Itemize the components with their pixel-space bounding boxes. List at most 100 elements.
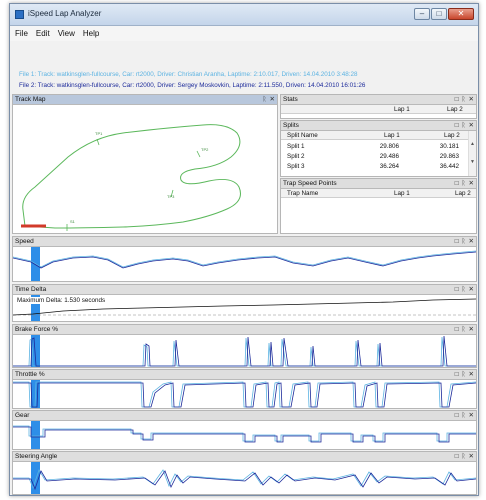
pin-icon[interactable]: □: [455, 237, 459, 247]
close-button[interactable]: ✕: [448, 8, 474, 20]
pin-icon[interactable]: □: [455, 179, 459, 189]
throttle-panel: Throttle % □ ᚱ ✕: [12, 369, 477, 409]
trap-col-name: Trap Name: [287, 190, 319, 197]
menu-file[interactable]: File: [15, 29, 28, 38]
throttle-lap2-line: [13, 382, 476, 408]
splits-header[interactable]: Splits □ ᚱ ✕: [281, 121, 476, 131]
close-panel-icon[interactable]: ✕: [469, 325, 474, 335]
trap-speed-header[interactable]: Trap Speed Points □ ᚱ ✕: [281, 179, 476, 189]
splits-title: Splits: [283, 122, 299, 129]
time-delta-panel: Time Delta □ ᚱ ✕ Maximum Delta: 1.530 se…: [12, 284, 477, 322]
throttle-lap1-line: [13, 381, 476, 408]
trap-speed-title: Trap Speed Points: [283, 180, 337, 187]
speed-header[interactable]: Speed □ ᚱ ✕: [13, 237, 476, 247]
split-lap1: 29.806: [379, 143, 399, 150]
throttle-header[interactable]: Throttle % □ ᚱ ✕: [13, 370, 476, 380]
pin-icon[interactable]: □: [455, 452, 459, 462]
splits-col-lap2: Lap 2: [444, 132, 460, 139]
splits-scrollbar[interactable]: ▲ ▼: [468, 131, 476, 176]
brake-lap2-line: [13, 335, 476, 367]
minimize-button[interactable]: –: [414, 8, 430, 20]
title-bar[interactable]: iSpeed Lap Analyzer – □ ✕: [10, 4, 478, 26]
time-delta-title: Time Delta: [15, 286, 47, 293]
splits-col-lap1: Lap 1: [384, 132, 400, 139]
file-1-info: File 1: Track: watkinsglen-fullcourse, C…: [19, 71, 358, 78]
trap-header-row: Trap Name Lap 1 Lap 2: [281, 189, 476, 198]
track-map-title: Track Map: [15, 96, 46, 103]
float-icon[interactable]: ᚱ: [462, 121, 466, 131]
brake-panel: Brake Force % □ ᚱ ✕: [12, 324, 477, 368]
trap-speed-panel: Trap Speed Points □ ᚱ ✕ Trap Name Lap 1 …: [280, 178, 477, 234]
steering-header[interactable]: Steering Angle □ ᚱ ✕: [13, 452, 476, 462]
throttle-graph[interactable]: [13, 380, 476, 408]
track-outline: [22, 124, 241, 229]
pin-icon[interactable]: □: [455, 411, 459, 421]
split-lap2: 29.863: [439, 153, 459, 160]
split-lap1: 36.264: [379, 163, 399, 170]
scroll-down-icon[interactable]: ▼: [469, 159, 476, 165]
splits-col-name: Split Name: [287, 132, 318, 139]
close-panel-icon[interactable]: ✕: [469, 95, 474, 105]
steering-lap2-line: [13, 470, 476, 491]
float-icon[interactable]: ᚱ: [462, 237, 466, 247]
float-icon[interactable]: ᚱ: [462, 452, 466, 462]
brake-graph[interactable]: [13, 335, 476, 367]
close-panel-icon[interactable]: ✕: [469, 285, 474, 295]
stats-panel: Stats □ ᚱ ✕ Lap 1 Lap 2: [280, 94, 477, 119]
split-lap1: 29.486: [379, 153, 399, 160]
float-icon[interactable]: ᚱ: [462, 370, 466, 380]
track-map-header[interactable]: Track Map ᚱ ✕: [13, 95, 277, 105]
float-icon[interactable]: ᚱ: [462, 179, 466, 189]
gear-title: Gear: [15, 412, 30, 419]
brake-header[interactable]: Brake Force % □ ᚱ ✕: [13, 325, 476, 335]
maximize-button[interactable]: □: [431, 8, 447, 20]
speed-lap2-line: [13, 251, 476, 269]
gear-header[interactable]: Gear □ ᚱ ✕: [13, 411, 476, 421]
float-icon[interactable]: ᚱ: [462, 325, 466, 335]
menu-help[interactable]: Help: [83, 29, 99, 38]
stats-title: Stats: [283, 96, 298, 103]
track-map-panel: Track Map ᚱ ✕ TP1 TP2 TP3 S1: [12, 94, 278, 234]
menu-edit[interactable]: Edit: [36, 29, 50, 38]
close-panel-icon[interactable]: ✕: [270, 95, 275, 105]
time-delta-header[interactable]: Time Delta □ ᚱ ✕: [13, 285, 476, 295]
stats-header-row: Lap 1 Lap 2: [281, 105, 476, 114]
close-panel-icon[interactable]: ✕: [469, 370, 474, 380]
track-map-canvas[interactable]: TP1 TP2 TP3 S1: [13, 105, 277, 233]
float-icon[interactable]: ᚱ: [462, 285, 466, 295]
float-icon[interactable]: ᚱ: [462, 95, 466, 105]
gear-graph[interactable]: [13, 421, 476, 449]
track-label-4: S1: [70, 219, 76, 224]
pin-icon[interactable]: □: [455, 370, 459, 380]
close-panel-icon[interactable]: ✕: [469, 452, 474, 462]
app-icon: [15, 10, 24, 19]
stats-header[interactable]: Stats □ ᚱ ✕: [281, 95, 476, 105]
trap-col-lap1: Lap 1: [394, 190, 410, 197]
float-icon[interactable]: ᚱ: [462, 411, 466, 421]
gear-panel: Gear □ ᚱ ✕: [12, 410, 477, 450]
scroll-up-icon[interactable]: ▲: [469, 141, 476, 147]
stats-lap2-header: Lap 2: [447, 106, 463, 113]
close-panel-icon[interactable]: ✕: [469, 411, 474, 421]
track-label-2: TP2: [201, 147, 209, 152]
close-panel-icon[interactable]: ✕: [469, 121, 474, 131]
speed-graph[interactable]: [13, 247, 476, 281]
track-label-3: TP3: [167, 194, 175, 199]
close-panel-icon[interactable]: ✕: [469, 237, 474, 247]
pin-icon[interactable]: □: [455, 121, 459, 131]
pin-icon[interactable]: □: [455, 285, 459, 295]
track-label-1: TP1: [95, 131, 103, 136]
split-lap2: 36.442: [439, 163, 459, 170]
brake-title: Brake Force %: [15, 326, 58, 333]
pin-icon[interactable]: □: [455, 325, 459, 335]
window-title: iSpeed Lap Analyzer: [28, 9, 102, 18]
gear-lap1-line: [13, 425, 476, 442]
menu-view[interactable]: View: [58, 29, 75, 38]
trap-col-lap2: Lap 2: [455, 190, 471, 197]
pin-icon[interactable]: □: [455, 95, 459, 105]
float-icon[interactable]: ᚱ: [263, 95, 267, 105]
steering-graph[interactable]: [13, 462, 476, 494]
close-panel-icon[interactable]: ✕: [469, 179, 474, 189]
cursor-band: [31, 421, 40, 449]
splits-header-row: Split Name Lap 1 Lap 2: [281, 131, 468, 140]
